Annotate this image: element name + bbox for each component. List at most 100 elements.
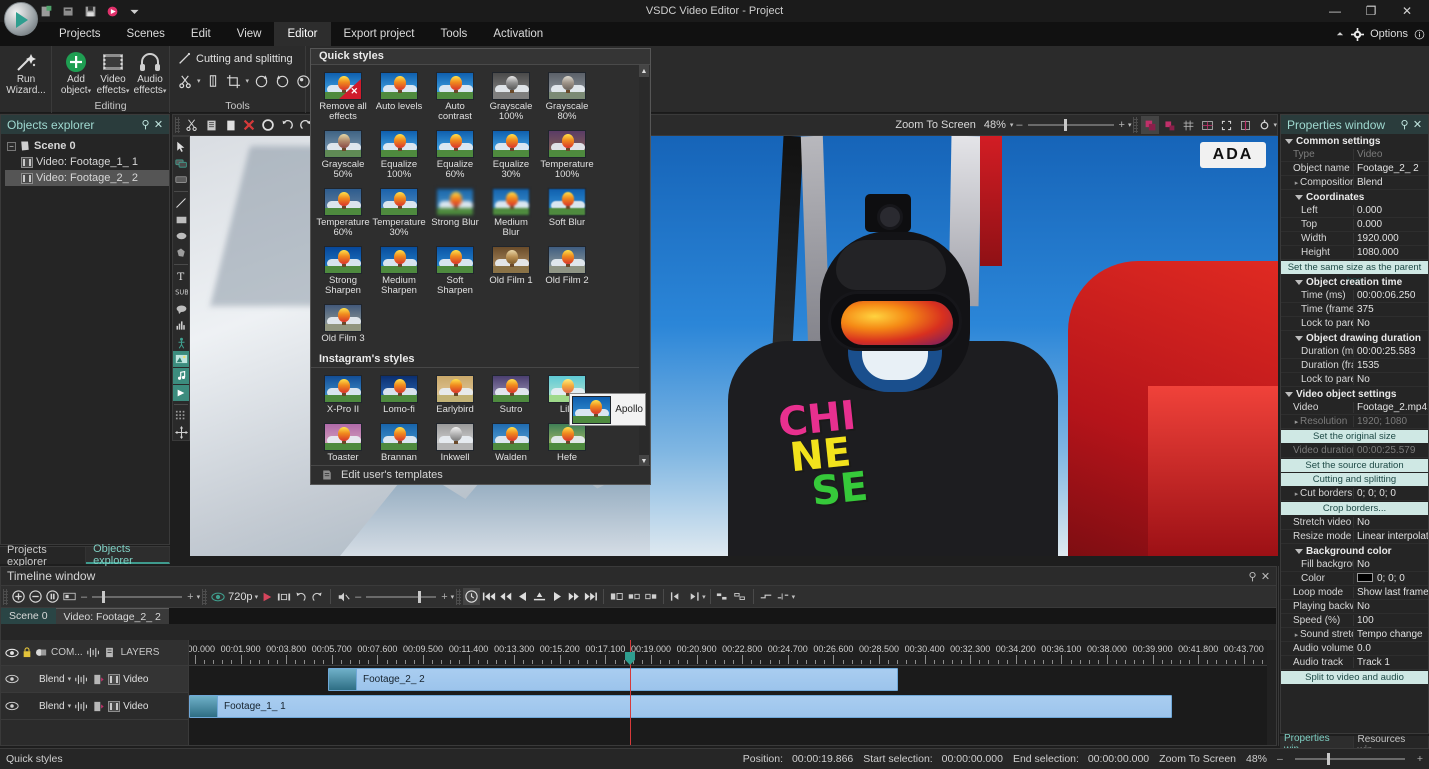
property-value[interactable]: 0.0 xyxy=(1353,643,1428,654)
property-row[interactable]: ▸Sound stretchinTempo change xyxy=(1281,628,1428,642)
cursor-icon[interactable] xyxy=(173,139,189,155)
grid-tool-icon[interactable] xyxy=(173,408,189,424)
first-frame-icon[interactable] xyxy=(480,588,497,605)
style-item-old-film-1[interactable]: Old Film 1 xyxy=(484,243,538,300)
scissors-dropdown-caret[interactable]: ▾ xyxy=(197,77,201,85)
zoom-slider-caret[interactable]: ▾ xyxy=(1128,121,1132,129)
volume-slider[interactable] xyxy=(366,591,436,603)
timeline-zoom-caret[interactable]: ▾ xyxy=(197,593,201,601)
new-project-icon[interactable] xyxy=(40,5,53,18)
property-value[interactable]: 100 xyxy=(1353,615,1428,626)
property-value[interactable]: Blend xyxy=(1353,177,1428,188)
menu-projects[interactable]: Projects xyxy=(46,22,114,46)
rectangle-icon[interactable] xyxy=(173,212,189,228)
select-all-icon[interactable] xyxy=(259,116,277,134)
style-item-auto-levels[interactable]: Auto levels xyxy=(372,69,426,126)
property-row[interactable]: TypeVideo xyxy=(1281,148,1428,162)
property-value[interactable]: 1535 xyxy=(1353,360,1428,371)
properties-action-button[interactable]: Set the same size as the parent has xyxy=(1281,261,1428,274)
zoom-in-icon[interactable] xyxy=(10,588,27,605)
property-value[interactable]: Video xyxy=(1353,149,1428,160)
snap-grid-icon[interactable] xyxy=(1160,116,1178,134)
expand-icon[interactable]: ▸ xyxy=(1293,418,1300,426)
settings-dropdown-caret[interactable]: ▾ xyxy=(1273,121,1277,129)
redo-icon[interactable] xyxy=(309,588,326,605)
track-2-blend-caret[interactable]: ▾ xyxy=(68,702,72,710)
properties-action-button[interactable]: Set the source duration xyxy=(1281,459,1428,472)
property-value[interactable]: 1920.000 xyxy=(1353,233,1428,244)
zoom-out-icon[interactable] xyxy=(27,588,44,605)
copy-icon[interactable] xyxy=(202,116,220,134)
timeline-zoom-slider[interactable] xyxy=(92,591,182,603)
settings-icon[interactable] xyxy=(1255,116,1273,134)
property-value[interactable]: 1920; 1080 xyxy=(1353,416,1428,427)
minimize-button[interactable]: — xyxy=(1317,0,1353,22)
split-icon[interactable] xyxy=(204,72,222,90)
image-icon[interactable] xyxy=(173,351,189,367)
subtitle-icon[interactable]: SUB xyxy=(173,285,189,301)
pin-icon[interactable]: ⚲ xyxy=(1246,570,1259,583)
property-value[interactable]: 0; 0; 0 xyxy=(1353,573,1428,584)
track-row-1[interactable]: Blend ▾ Video xyxy=(1,666,188,693)
properties-action-button[interactable]: Crop borders... xyxy=(1281,502,1428,515)
style-item-walden[interactable]: Walden xyxy=(484,420,538,467)
timeline-tab-scene-0[interactable]: Scene 0 xyxy=(1,608,56,624)
expand-icon[interactable]: ▸ xyxy=(1293,490,1300,498)
set-marker-icon[interactable] xyxy=(531,588,548,605)
color-swatch[interactable] xyxy=(1357,573,1373,582)
property-row[interactable]: Stretch videoNo xyxy=(1281,516,1428,530)
menu-edit[interactable]: Edit xyxy=(178,22,224,46)
expand-icon[interactable]: ▸ xyxy=(1293,179,1300,187)
style-item-auto-contrast[interactable]: Auto contrast xyxy=(428,69,482,126)
properties-action-button[interactable]: Set the original size xyxy=(1281,430,1428,443)
play-icon[interactable] xyxy=(548,588,565,605)
property-value[interactable]: Linear interpolatic xyxy=(1353,531,1428,542)
audio-effects-button[interactable]: Audioeffects▾ xyxy=(127,48,173,98)
property-row[interactable]: Height1080.000 xyxy=(1281,246,1428,260)
crop-icon[interactable] xyxy=(225,72,243,90)
trim-start-icon[interactable] xyxy=(668,588,685,605)
property-row[interactable]: Resize modeLinear interpolatic xyxy=(1281,530,1428,544)
property-row[interactable]: Audio volume (0.0 xyxy=(1281,642,1428,656)
preview-eye-icon[interactable] xyxy=(209,588,226,605)
trim-end-icon[interactable] xyxy=(685,588,702,605)
property-row[interactable]: Speed (%)100 xyxy=(1281,614,1428,628)
grid-icon[interactable] xyxy=(1179,116,1197,134)
style-item-toaster[interactable]: Toaster xyxy=(316,420,370,467)
style-item-sutro[interactable]: Sutro xyxy=(484,372,538,419)
property-row[interactable]: Time (ms)00:00:06.250 xyxy=(1281,289,1428,303)
waveform-icon[interactable] xyxy=(86,647,102,658)
timeline-tab-footage-2[interactable]: Video: Footage_2_ 2 xyxy=(56,608,169,624)
selection-icon[interactable] xyxy=(1217,116,1235,134)
style-item-temperature-100[interactable]: Temperature 100% xyxy=(540,127,594,184)
record-icon[interactable] xyxy=(106,5,119,18)
tab-objects-explorer[interactable]: Objects explorer xyxy=(86,547,170,564)
status-zoom-slider[interactable] xyxy=(1295,753,1405,765)
properties-group-object-drawing-duration[interactable]: Object drawing duration xyxy=(1281,331,1428,345)
style-item-soft-sharpen[interactable]: Soft Sharpen xyxy=(428,243,482,300)
style-item-earlybird[interactable]: Earlybird xyxy=(428,372,482,419)
maximize-button[interactable]: ❐ xyxy=(1353,0,1389,22)
property-value[interactable]: 1080.000 xyxy=(1353,247,1428,258)
property-row[interactable]: ▸Composition mBlend xyxy=(1281,176,1428,190)
split-preview-icon[interactable] xyxy=(275,588,292,605)
style-item-grayscale-80[interactable]: Grayscale 80% xyxy=(540,69,594,126)
tree-node-scene[interactable]: − Scene 0 xyxy=(5,138,169,154)
timeline-tracks-area[interactable]: 00:00.00000:01.90000:03.80000:05.70000:0… xyxy=(189,640,1276,745)
property-value[interactable]: 00:00:25.583 xyxy=(1353,346,1428,357)
options-label[interactable]: Options xyxy=(1370,28,1408,40)
property-value[interactable]: No xyxy=(1353,601,1428,612)
style-item-medium-sharpen[interactable]: Medium Sharpen xyxy=(372,243,426,300)
visibility-icon[interactable] xyxy=(5,648,19,658)
timeline-clip[interactable]: Footage_2_ 2 xyxy=(328,668,898,691)
timeline-toolbar-grip-3[interactable] xyxy=(456,589,461,605)
properties-group-background-color[interactable]: Background color xyxy=(1281,544,1428,558)
align-right-clip-icon[interactable] xyxy=(642,588,659,605)
property-row[interactable]: Object nameFootage_2_ 2 xyxy=(1281,162,1428,176)
group-objects-icon[interactable] xyxy=(715,588,732,605)
properties-group-common-settings[interactable]: Common settings xyxy=(1281,134,1428,148)
visibility-icon[interactable] xyxy=(5,674,19,684)
toolbar-grip-2[interactable] xyxy=(1133,117,1138,133)
property-value[interactable]: 375 xyxy=(1353,304,1428,315)
sprite-icon[interactable] xyxy=(173,335,189,351)
